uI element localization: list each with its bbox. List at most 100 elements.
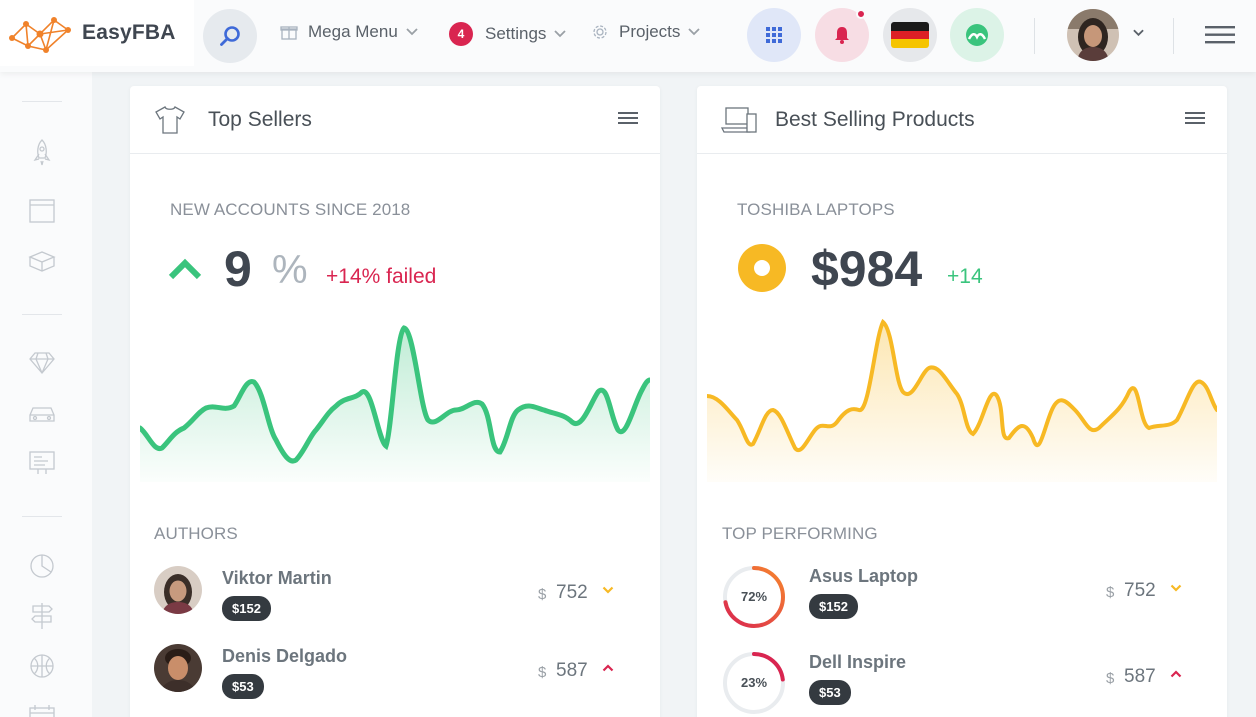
product-value: 587 [1124, 666, 1156, 687]
chevron-down-icon [602, 586, 614, 594]
sidebar-item-browser[interactable] [28, 197, 56, 225]
sidebar-item-presentation[interactable] [28, 449, 56, 477]
sidebar-item-rocket[interactable] [28, 138, 56, 166]
presentation-icon [29, 451, 55, 474]
hamburger-menu-button[interactable] [1205, 26, 1235, 49]
progress-label: 23% [740, 675, 768, 690]
settings-label: Settings [485, 24, 547, 43]
product-name: Asus Laptop [809, 566, 919, 586]
product-name: Dell Inspire [809, 652, 907, 672]
search-button[interactable] [203, 9, 257, 63]
menu-icon [1205, 26, 1235, 44]
grid-icon [766, 27, 782, 43]
projects-label: Projects [619, 22, 681, 41]
logo[interactable]: EasyFBA [0, 0, 194, 66]
card-menu-icon[interactable] [618, 112, 638, 127]
search-icon [220, 26, 240, 46]
browser-icon [29, 199, 55, 223]
arrow-up-icon [168, 258, 202, 280]
card-title: Top Sellers [208, 108, 312, 131]
sidebar-item-box[interactable] [28, 247, 56, 275]
bell-icon [835, 27, 849, 44]
germany-flag-icon [891, 22, 929, 48]
card-title: Best Selling Products [775, 108, 975, 131]
currency-symbol: $ [1106, 670, 1115, 687]
chevron-down-icon [1170, 584, 1182, 592]
top-sellers-card: Top Sellers NEW ACCOUNTS SINCE 2018 9 % … [130, 86, 660, 717]
header-divider [1173, 18, 1174, 54]
avatar [1067, 9, 1119, 61]
shirt-icon [155, 106, 185, 134]
chevron-down-icon [554, 30, 567, 38]
metric-change: +14 [947, 265, 983, 288]
list-item[interactable]: Viktor Martin $152 $ 752 [154, 566, 634, 626]
amount-badge: $53 [222, 674, 264, 699]
chevron-down-icon [406, 28, 418, 36]
sidebar [0, 72, 92, 717]
section-label: TOP PERFORMING [722, 524, 878, 543]
app-header: EasyFBA Mega Menu 4 Settings Projects [0, 0, 1256, 72]
person-value: 752 [556, 582, 588, 603]
chevron-down-icon[interactable] [1133, 29, 1144, 37]
logo-network-icon [9, 17, 71, 53]
person-value: 587 [556, 660, 588, 681]
sidebar-item-signpost[interactable] [28, 602, 56, 630]
metric-unit: % [272, 248, 308, 292]
settings-badge: 4 [449, 22, 473, 46]
notifications-button[interactable] [815, 8, 869, 62]
mega-menu-label: Mega Menu [308, 22, 398, 41]
currency-symbol: $ [538, 586, 547, 603]
settings-nav[interactable]: 4 Settings [449, 22, 567, 46]
amount-badge: $152 [222, 596, 271, 621]
best-selling-products-card: Best Selling Products TOSHIBA LAPTOPS $9… [697, 86, 1227, 717]
diamond-icon [29, 352, 55, 374]
metric-value: 9 [224, 241, 252, 297]
avatar [154, 566, 202, 614]
mega-menu-nav[interactable]: Mega Menu [280, 22, 418, 42]
metric-value: $984 [811, 241, 923, 297]
card-menu-icon[interactable] [1185, 112, 1205, 127]
list-item[interactable]: Denis Delgado $53 $ 587 [154, 644, 634, 704]
notification-dot [856, 9, 866, 19]
card-header: Top Sellers [130, 86, 660, 154]
sidebar-divider [22, 314, 62, 315]
circle-dot-icon [738, 244, 786, 292]
product-value: 752 [1124, 580, 1156, 601]
sidebar-divider [22, 101, 62, 102]
sidebar-item-ball[interactable] [28, 652, 56, 680]
gear-icon [593, 25, 607, 39]
chevron-down-icon [688, 28, 701, 36]
sparkline-chart-green [140, 325, 650, 482]
metric-label: NEW ACCOUNTS SINCE 2018 [170, 200, 411, 219]
list-item[interactable]: 23% Dell Inspire $53 $ 587 [721, 650, 1201, 714]
currency-symbol: $ [1106, 584, 1115, 601]
person-name: Denis Delgado [222, 646, 348, 666]
laptop-icon [721, 107, 757, 133]
sidebar-item-car[interactable] [28, 400, 56, 428]
avatar [154, 644, 202, 692]
sidebar-item-calendar[interactable] [28, 700, 56, 717]
metric-change: +14% failed [326, 265, 437, 288]
sidebar-item-pie[interactable] [28, 552, 56, 580]
signpost-icon [31, 603, 53, 629]
list-item[interactable]: 72% Asus Laptop $152 $ 752 [721, 564, 1201, 628]
status-icon [966, 24, 988, 46]
status-button[interactable] [950, 8, 1004, 62]
sidebar-item-diamond[interactable] [28, 349, 56, 377]
pie-icon [30, 554, 54, 578]
apps-grid-button[interactable] [747, 8, 801, 62]
person-name: Viktor Martin [222, 568, 332, 588]
calendar-icon [29, 705, 55, 717]
user-avatar-button[interactable] [1067, 9, 1119, 61]
language-button[interactable] [883, 8, 937, 62]
gift-icon [280, 26, 298, 40]
amount-badge: $53 [809, 680, 851, 705]
brand-name: EasyFBA [82, 21, 176, 44]
projects-nav[interactable]: Projects [591, 22, 701, 42]
car-icon [29, 407, 55, 422]
metric-label: TOSHIBA LAPTOPS [737, 200, 895, 219]
header-divider [1034, 18, 1035, 54]
amount-badge: $152 [809, 594, 858, 619]
chevron-up-icon [1170, 670, 1182, 678]
sparkline-chart-yellow [707, 318, 1217, 482]
